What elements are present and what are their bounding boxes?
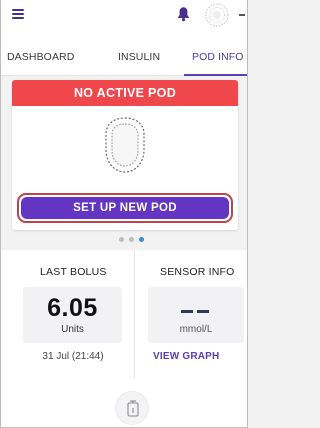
app-screen: DASHBOARD INSULIN POD INFO NO ACTIVE POD… xyxy=(0,0,248,428)
tab-dashboard[interactable]: DASHBOARD xyxy=(7,51,74,63)
pod-status-card: NO ACTIVE POD SET UP NEW POD xyxy=(12,80,238,230)
hamburger-menu-icon[interactable] xyxy=(12,9,24,19)
tab-bar: DASHBOARD INSULIN POD INFO xyxy=(1,37,247,76)
sensor-unit: mmol/L xyxy=(179,324,213,335)
set-up-new-pod-button[interactable]: SET UP NEW POD xyxy=(21,197,229,219)
last-bolus-title: LAST BOLUS xyxy=(40,266,107,278)
view-graph-link[interactable]: VIEW GRAPH xyxy=(153,351,219,362)
sensor-value-dash xyxy=(197,310,209,313)
no-active-pod-banner: NO ACTIVE POD xyxy=(12,80,238,106)
page-dot-active[interactable] xyxy=(139,237,144,242)
bell-icon[interactable] xyxy=(177,6,190,22)
tab-insulin[interactable]: INSULIN xyxy=(118,51,160,63)
page-dot[interactable] xyxy=(129,237,134,242)
last-bolus-box: 6.05 Units xyxy=(23,287,122,343)
sensor-info-box: mmol/L xyxy=(148,287,244,343)
column-divider xyxy=(134,250,135,378)
status-ring-icon[interactable] xyxy=(204,2,230,28)
page-dot[interactable] xyxy=(119,237,124,242)
bolus-button[interactable] xyxy=(115,391,149,425)
bolus-button-icon xyxy=(127,400,139,417)
sensor-info-title: SENSOR INFO xyxy=(160,266,235,278)
top-bar xyxy=(1,0,247,37)
status-dash-icon xyxy=(239,14,245,16)
sensor-value-dash xyxy=(181,310,193,313)
last-bolus-unit: Units xyxy=(61,324,84,335)
last-bolus-value: 6.05 xyxy=(47,294,98,322)
active-tab-indicator xyxy=(184,74,247,76)
setup-button-focus-ring: SET UP NEW POD xyxy=(17,193,233,223)
last-bolus-date: 31 Jul (21:44) xyxy=(42,351,104,362)
tab-pod-info[interactable]: POD INFO xyxy=(192,51,244,63)
pod-outline-icon xyxy=(105,117,145,173)
